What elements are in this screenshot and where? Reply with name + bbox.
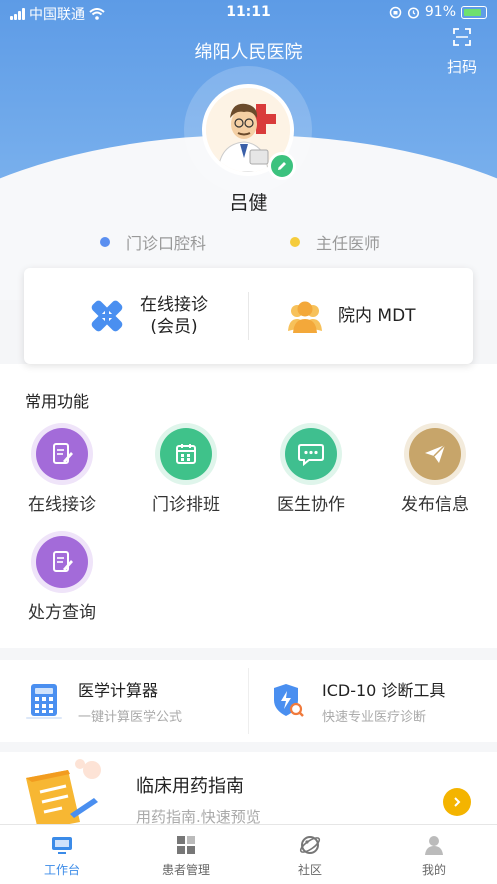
online-consult-label: 在线接诊 (会员) [140,294,208,338]
medical-cross-icon [91,300,123,332]
online-consult-line2: (会员) [150,317,198,337]
doctor-name: 吕健 [229,192,268,214]
tab-label: 患者管理 [161,863,210,877]
tab-label: 工作台 [43,863,80,877]
calculator-text: 医学计算器 一键计算医学公式 [78,677,182,725]
calendar-icon [160,428,212,480]
guide-title: 临床用药指南 [136,776,244,797]
edit-profile-button[interactable] [268,152,296,180]
status-right: 91% [389,4,487,20]
func-doctor-collab[interactable]: 医生协作 [261,428,361,515]
func-online-consult[interactable]: 在线接诊 [12,428,112,515]
main-actions-card: 在线接诊 (会员) 院内 MDT [24,268,473,364]
mdt-button[interactable]: 院内 MDT [286,268,416,364]
calculator-icon [26,684,62,719]
tab-mine[interactable]: 我的 [389,833,479,878]
online-consult-line1: 在线接诊 [140,295,208,315]
func-outpatient-schedule[interactable]: 门诊排班 [136,428,236,515]
battery-percent: 91% [424,4,456,20]
battery-icon [461,5,487,19]
func-label: 门诊排班 [152,495,220,515]
section-title: 常用功能 [25,392,90,411]
guide-arrow-button[interactable] [443,788,471,816]
title-dot [290,237,300,247]
department-tag: 门诊口腔科 [100,230,206,254]
online-consult-member-button[interactable]: 在线接诊 (会员) [86,268,208,364]
pencil-icon [278,162,286,170]
user-icon [421,833,447,857]
drug-guide-banner[interactable]: 临床用药指南 用药指南.快速预览 [0,752,497,824]
title-text: 主任医师 [316,234,381,253]
tab-community[interactable]: 社区 [265,833,355,878]
title-tag: 主任医师 [290,230,380,254]
tab-label: 我的 [421,863,446,877]
tools-divider [248,668,249,734]
scan-button[interactable]: 扫码 [447,28,477,77]
medical-calculator-button[interactable]: 医学计算器 一键计算医学公式 [26,660,182,742]
planet-icon [297,833,323,857]
icd10-text: ICD-10 诊断工具 快速专业医疗诊断 [322,677,445,725]
paper-plane-icon [409,428,461,480]
tools-section: 医学计算器 一键计算医学公式 ICD-10 诊断工具 快速专业医疗诊断 [0,660,497,742]
alarm-icon [407,6,419,19]
scan-label: 扫码 [446,58,477,76]
icd10-tool-button[interactable]: ICD-10 诊断工具 快速专业医疗诊断 [270,660,445,742]
monitor-icon [49,833,75,857]
tab-workbench[interactable]: 工作台 [17,833,107,878]
bottom-tab-bar: 工作台 患者管理 社区 我的 [0,824,497,884]
prescription-icon [36,536,88,588]
tab-patient-management[interactable]: 患者管理 [141,833,231,878]
clipboard-pen-icon [36,428,88,480]
func-label: 医生协作 [277,495,345,515]
grid-icon [173,833,199,857]
func-label: 处方查询 [28,603,96,623]
orientation-lock-icon [389,6,402,18]
func-label: 在线接诊 [28,495,96,515]
func-publish-info[interactable]: 发布信息 [385,428,485,515]
mdt-label: 院内 MDT [338,306,416,326]
chevron-right-icon [454,797,461,807]
func-label: 发布信息 [401,495,469,515]
department-text: 门诊口腔科 [126,234,207,253]
calculator-title: 医学计算器 [78,681,159,700]
department-dot [100,237,110,247]
calculator-subtitle: 一键计算医学公式 [78,710,183,725]
func-prescription-query[interactable]: 处方查询 [12,536,112,623]
icd10-subtitle: 快速专业医疗诊断 [322,710,427,725]
chat-icon [285,428,337,480]
guide-book-icon [26,759,101,824]
hospital-title: 绵阳人民医院 [194,42,303,63]
group-people-icon [288,301,322,333]
card-divider [248,292,249,340]
icd10-title: ICD-10 诊断工具 [322,681,446,700]
guide-subtitle: 用药指南.快速预览 [136,808,261,824]
shield-search-icon [274,684,304,717]
scan-icon [453,28,471,46]
tab-label: 社区 [297,863,322,877]
status-bar: 中国联通 11:11 91% [0,0,497,26]
